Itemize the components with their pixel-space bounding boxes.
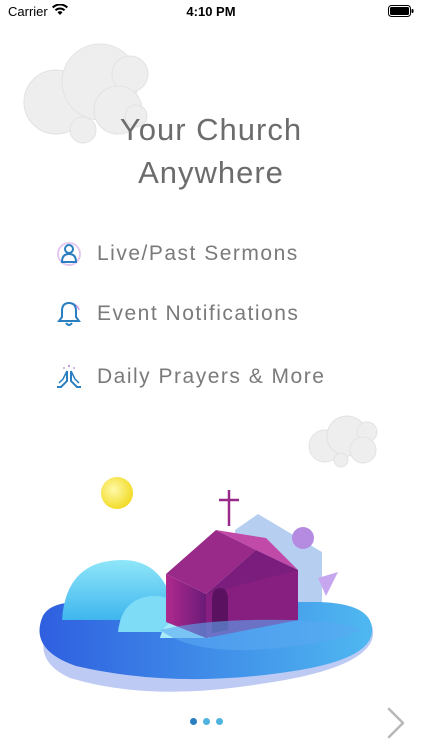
- feature-label: Live/Past Sermons: [97, 242, 299, 265]
- praying-hands-icon: [55, 363, 83, 391]
- page-indicator: [190, 718, 223, 725]
- bell-icon: [55, 300, 83, 328]
- title-line-1: Your Church: [119, 112, 303, 147]
- next-button[interactable]: [384, 706, 408, 740]
- person-icon: [55, 240, 83, 268]
- onboarding-title: Your Church Anywhere: [0, 108, 422, 194]
- page-dot[interactable]: [216, 718, 223, 725]
- feature-item-prayers: Daily Prayers & More: [55, 361, 325, 393]
- church-illustration: [39, 477, 374, 692]
- cloud-decoration: [308, 415, 378, 468]
- battery-icon: [388, 5, 414, 17]
- feature-item-sermons: Live/Past Sermons: [55, 238, 299, 270]
- page-dot[interactable]: [190, 718, 197, 725]
- page-dot[interactable]: [203, 718, 210, 725]
- feature-item-notifications: Event Notifications: [55, 298, 299, 330]
- status-time: 4:10 PM: [186, 4, 236, 19]
- status-bar: Carrier 4:10 PM: [0, 0, 422, 22]
- title-line-2: Anywhere: [138, 155, 284, 190]
- chevron-right-icon: [387, 707, 405, 739]
- feature-label: Daily Prayers & More: [97, 365, 326, 388]
- feature-label: Event Notifications: [97, 302, 300, 325]
